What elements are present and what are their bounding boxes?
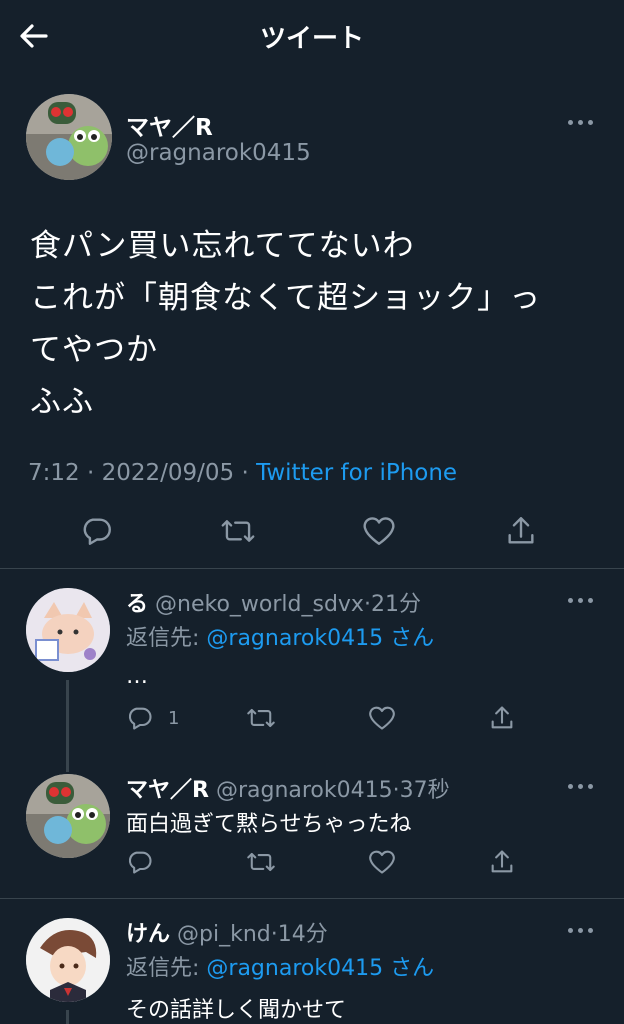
separator: · (241, 460, 249, 486)
reply-icon (128, 851, 152, 874)
mention-suffix: さん (383, 956, 435, 981)
more-options-button[interactable] (568, 780, 596, 792)
more-options-button[interactable] (568, 116, 596, 128)
divider (0, 898, 624, 899)
like-button[interactable] (368, 848, 396, 876)
heart-icon (369, 850, 395, 874)
retweet-button[interactable] (220, 514, 256, 548)
tweet-source-link[interactable]: Twitter for iPhone (256, 460, 457, 486)
avatar[interactable] (26, 774, 110, 858)
reply-text: … (126, 664, 148, 689)
avatar-image (26, 94, 112, 180)
reply-author-handle[interactable]: @neko_world_sdvx (155, 592, 364, 617)
more-options-button[interactable] (568, 924, 596, 936)
like-button[interactable] (368, 704, 396, 732)
reply-text: 面白過ぎて黙らせちゃったね (126, 812, 412, 837)
reply-author-name[interactable]: る (126, 592, 148, 617)
tweet-text-line: てやつか (30, 332, 158, 368)
tweet-date: 2022/09/05 (101, 460, 235, 486)
share-button[interactable] (504, 514, 538, 548)
replying-to: 返信先: @ragnarok0415 さん (126, 620, 434, 652)
reply-count: 1 (168, 708, 180, 729)
heart-icon (369, 706, 395, 730)
tweet-text-line: これが「朝食なくて超ショック」っ (30, 280, 542, 316)
reply-text: その話詳しく聞かせて (126, 998, 347, 1023)
replying-to-label: 返信先: (126, 626, 207, 651)
reply-author-name[interactable]: けん (126, 922, 170, 947)
avatar[interactable] (26, 94, 112, 180)
author-handle[interactable]: @ragnarok0415 (126, 140, 311, 166)
reply-icon (83, 518, 111, 545)
share-button[interactable] (488, 704, 516, 732)
reply-author-name[interactable]: マヤ／R (126, 778, 209, 803)
reply-time[interactable]: 14分 (278, 922, 328, 947)
thread-line (66, 680, 69, 772)
retweet-icon (247, 852, 275, 872)
reply-header: る @neko_world_sdvx·21分 (126, 592, 421, 617)
avatar-image (26, 588, 110, 672)
like-button[interactable] (362, 514, 396, 548)
reply-time[interactable]: 37秒 (400, 778, 450, 803)
share-button[interactable] (488, 848, 516, 876)
replying-to-label: 返信先: (126, 956, 207, 981)
share-icon (491, 706, 513, 729)
tweet-meta: 7:12 · 2022/09/05 · Twitter for iPhone (28, 460, 457, 486)
reply-button[interactable] (126, 848, 154, 876)
tweet-text-line: 食パン買い忘れててないわ (30, 228, 415, 264)
share-icon (508, 517, 534, 544)
mention-link[interactable]: @ragnarok0415 (206, 626, 383, 651)
reply-icon (128, 707, 152, 730)
page-title: ツイート (259, 24, 364, 54)
separator: · (86, 460, 95, 486)
reply-button[interactable] (80, 514, 114, 548)
reply-author-handle[interactable]: @pi_knd (177, 922, 271, 947)
reply-header: けん @pi_knd·14分 (126, 922, 328, 947)
retweet-icon (247, 708, 275, 728)
heart-icon (363, 517, 395, 545)
reply-button[interactable] (126, 704, 154, 732)
reply-header: マヤ／R @ragnarok0415·37秒 (126, 778, 450, 803)
replying-to: 返信先: @ragnarok0415 さん (126, 950, 434, 982)
tweet-time: 7:12 (28, 460, 80, 486)
author-name[interactable]: マヤ／R (126, 108, 213, 142)
share-icon (491, 850, 513, 873)
reply-author-handle[interactable]: @ragnarok0415 (216, 778, 393, 803)
retweet-button[interactable] (246, 848, 276, 876)
avatar[interactable] (26, 918, 110, 1002)
avatar[interactable] (26, 588, 110, 672)
divider (0, 568, 624, 569)
mention-suffix: さん (383, 626, 435, 651)
retweet-button[interactable] (246, 704, 276, 732)
tweet-text-line: ふふ (30, 384, 94, 420)
mention-link[interactable]: @ragnarok0415 (206, 956, 383, 981)
top-bar: ツイート (0, 0, 624, 76)
retweet-icon (221, 520, 255, 542)
avatar-image (26, 918, 110, 1002)
thread-line (66, 1010, 69, 1024)
avatar-image (26, 774, 110, 858)
reply-time[interactable]: 21分 (371, 592, 421, 617)
more-options-button[interactable] (568, 594, 596, 606)
